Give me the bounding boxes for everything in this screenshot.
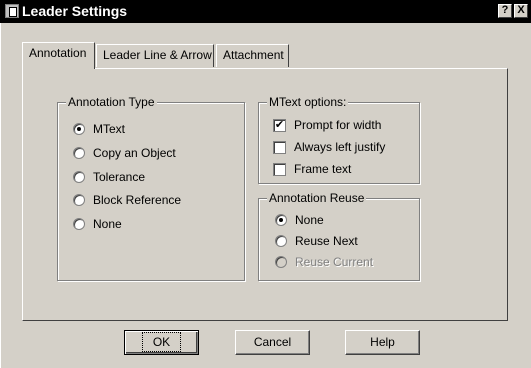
checkbox-always-left-justify[interactable]: Always left justify: [273, 140, 385, 154]
tab-attachment[interactable]: Attachment: [216, 44, 289, 67]
checkbox-label: Always left justify: [294, 140, 386, 154]
tab-annotation[interactable]: Annotation: [22, 42, 95, 69]
annotation-reuse-label: Annotation Reuse: [267, 191, 367, 205]
check-icon: ✔: [273, 118, 286, 132]
radio-reuse-current: Reuse Current: [275, 255, 373, 269]
annotation-type-label: Annotation Type: [66, 95, 157, 109]
title-bar: Leader Settings ? X: [0, 0, 531, 23]
radio-block-reference[interactable]: Block Reference: [73, 193, 181, 207]
app-icon: [5, 4, 19, 18]
window-title: Leader Settings: [22, 3, 128, 19]
radio-label: Reuse Current: [295, 255, 374, 269]
checkbox-prompt-for-width[interactable]: ✔ Prompt for width: [273, 118, 381, 132]
radio-label: Reuse Next: [295, 234, 358, 248]
radio-none[interactable]: None: [73, 217, 122, 231]
ok-button[interactable]: OK: [124, 330, 199, 355]
radio-indicator: [73, 171, 85, 183]
radio-tolerance[interactable]: Tolerance: [73, 170, 145, 184]
checkbox-box: [273, 162, 286, 176]
radio-indicator: [73, 147, 85, 159]
ok-label: OK: [141, 332, 182, 352]
radio-reuse-none[interactable]: None: [275, 213, 324, 227]
tab-leader-line-arrow[interactable]: Leader Line & Arrow: [96, 44, 214, 67]
radio-label: Tolerance: [93, 170, 146, 184]
help-title-button[interactable]: ?: [498, 4, 512, 18]
radio-indicator: [73, 194, 85, 206]
radio-reuse-next[interactable]: Reuse Next: [275, 234, 358, 248]
radio-mtext[interactable]: MText: [73, 122, 125, 136]
cancel-button[interactable]: Cancel: [235, 330, 310, 355]
checkbox-label: Frame text: [294, 162, 352, 176]
radio-label: Block Reference: [93, 193, 182, 207]
radio-copy-an-object[interactable]: Copy an Object: [73, 146, 176, 160]
checkbox-frame-text[interactable]: Frame text: [273, 162, 351, 176]
help-button[interactable]: Help: [345, 330, 420, 355]
radio-indicator: [73, 218, 85, 230]
radio-label: MText: [93, 122, 126, 136]
radio-indicator: [275, 235, 287, 247]
checkbox-label: Prompt for width: [294, 118, 382, 132]
radio-label: Copy an Object: [93, 146, 176, 160]
radio-indicator: [275, 214, 287, 226]
mtext-options-label: MText options:: [267, 95, 349, 109]
radio-indicator: [275, 256, 287, 268]
radio-label: None: [295, 213, 324, 227]
radio-indicator: [73, 123, 85, 135]
close-button[interactable]: X: [514, 4, 528, 18]
checkbox-box: [273, 140, 286, 154]
radio-label: None: [93, 217, 122, 231]
